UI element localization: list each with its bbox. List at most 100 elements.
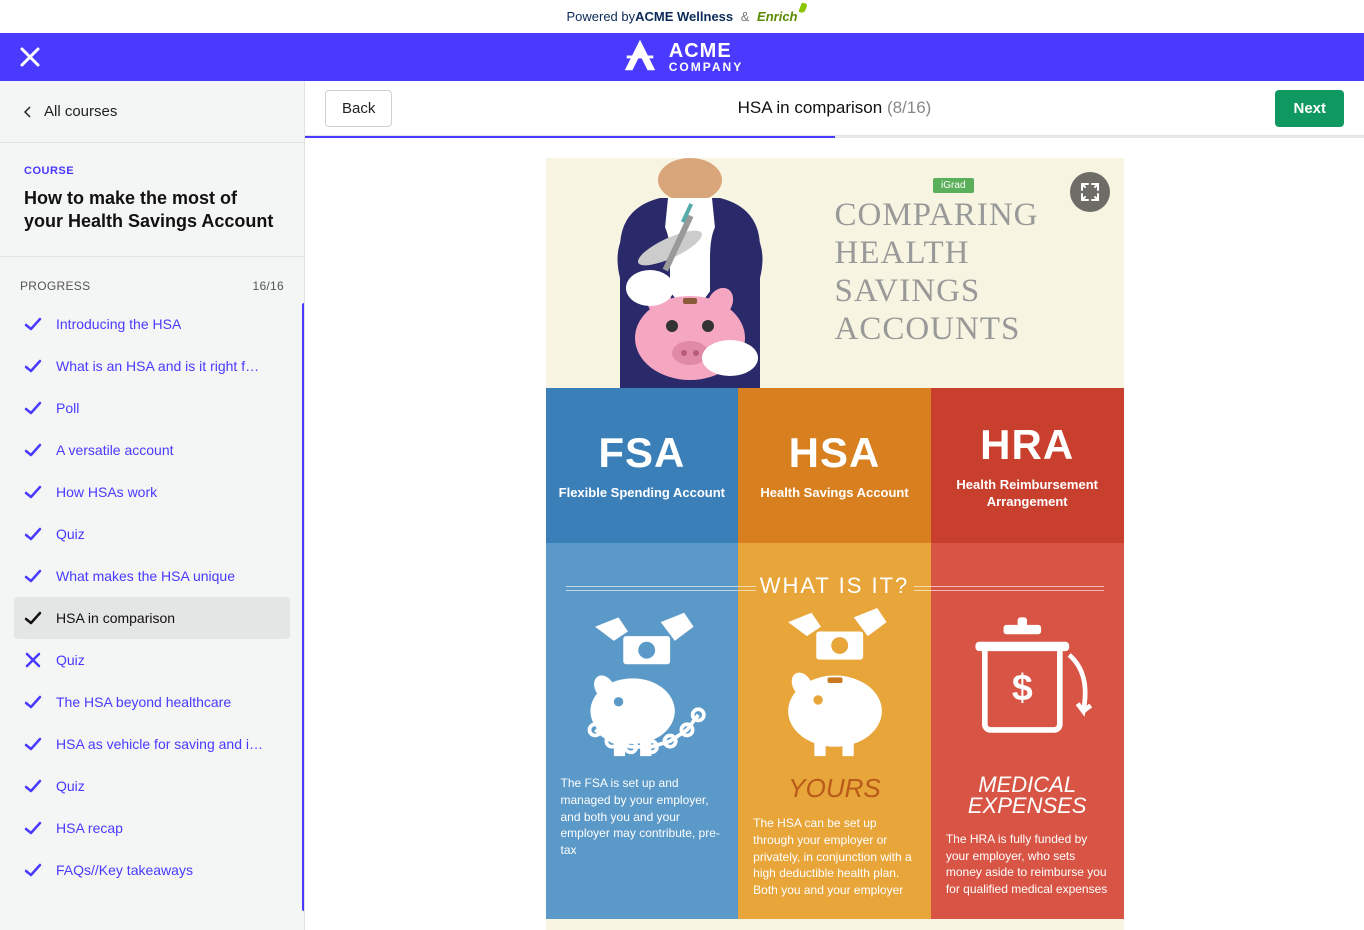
brand-bar: ACME COMPANY <box>0 33 1364 81</box>
hsa-full: Health Savings Account <box>760 485 908 502</box>
fsa-abbr: FSA <box>598 429 685 477</box>
lesson-label: FAQs//Key takeaways <box>56 862 193 878</box>
course-header: COURSE How to make the most of your Heal… <box>0 143 304 257</box>
lesson-label: HSA in comparison <box>56 610 175 626</box>
check-icon <box>24 861 42 879</box>
page-counter: (8/16) <box>887 98 931 117</box>
hsa-body: YOURS The HSA can be set up through your… <box>738 543 931 919</box>
lesson-label: Introducing the HSA <box>56 316 181 332</box>
hsa-desc: The HSA can be set up through your emplo… <box>753 815 916 899</box>
powered-enrich: Enrich <box>757 9 797 24</box>
brand-logo: ACME COMPANY <box>621 36 743 79</box>
hsa-header: HSA Health Savings Account <box>738 388 931 543</box>
hsa-abbr: HSA <box>789 429 881 477</box>
hsa-piggy-icon <box>760 608 910 758</box>
content-area: Back HSA in comparison (8/16) Next iGrad <box>305 81 1364 930</box>
progress-row: PROGRESS 16/16 <box>0 257 304 303</box>
content-header: Back HSA in comparison (8/16) Next <box>305 81 1364 136</box>
hra-desc: The HRA is fully funded by your employer… <box>946 831 1109 898</box>
fsa-illustration <box>561 603 724 763</box>
hra-full: Health Reimbursement Arrangement <box>941 477 1114 511</box>
hsa-caption: YOURS <box>753 775 916 801</box>
person-illustration <box>546 158 835 388</box>
lesson-item[interactable]: HSA as vehicle for saving and inves... <box>14 723 290 765</box>
course-label: COURSE <box>24 165 280 177</box>
hra-caption: MEDICAL EXPENSES <box>946 775 1109 817</box>
back-button[interactable]: Back <box>325 90 392 127</box>
lesson-label: What makes the HSA unique <box>56 568 235 584</box>
lesson-item[interactable]: A versatile account <box>14 429 290 471</box>
check-icon <box>24 777 42 795</box>
expand-icon <box>1080 182 1100 202</box>
lesson-item[interactable]: Introducing the HSA <box>14 303 290 345</box>
lesson-item[interactable]: Quiz <box>14 765 290 807</box>
check-icon <box>24 819 42 837</box>
hra-header: HRA Health Reimbursement Arrangement <box>931 388 1124 543</box>
infographic: iGrad <box>546 158 1124 930</box>
check-icon <box>24 441 42 459</box>
check-icon <box>24 399 42 417</box>
lesson-label: HSA as vehicle for saving and inves... <box>56 736 266 752</box>
content-body[interactable]: iGrad <box>305 138 1364 930</box>
progress-bar-fill <box>305 136 835 138</box>
check-icon <box>24 315 42 333</box>
progress-value: 16/16 <box>252 279 284 293</box>
chevron-left-icon <box>24 106 32 118</box>
check-icon <box>24 693 42 711</box>
check-icon <box>24 357 42 375</box>
lesson-item[interactable]: HSA recap <box>14 807 290 849</box>
cross-icon <box>24 651 42 669</box>
lesson-label: How HSAs work <box>56 484 157 500</box>
expand-button[interactable] <box>1070 172 1110 212</box>
course-title: How to make the most of your Health Savi… <box>24 187 280 234</box>
hra-illustration: $ <box>946 603 1109 763</box>
brand-name: ACME <box>669 41 743 61</box>
check-icon <box>24 483 42 501</box>
check-icon <box>24 567 42 585</box>
progress-label: PROGRESS <box>20 279 90 293</box>
igrad-tag: iGrad <box>933 178 973 193</box>
powered-prefix: Powered by <box>566 9 635 24</box>
page-title-text: HSA in comparison <box>738 98 883 117</box>
check-icon <box>24 609 42 627</box>
lesson-label: Poll <box>56 400 79 416</box>
sidebar: All courses COURSE How to make the most … <box>0 81 305 930</box>
lesson-item[interactable]: What is an HSA and is it right for m... <box>14 345 290 387</box>
ampersand: & <box>737 9 753 24</box>
lesson-item[interactable]: Quiz <box>14 639 290 681</box>
all-courses-label: All courses <box>44 103 117 120</box>
lesson-item[interactable]: Poll <box>14 387 290 429</box>
lesson-item[interactable]: What makes the HSA unique <box>14 555 290 597</box>
lesson-item[interactable]: HSA in comparison <box>14 597 290 639</box>
infographic-hero: iGrad <box>546 158 1124 388</box>
doctor-piggybank-icon <box>560 158 820 388</box>
hra-caption-l2: EXPENSES <box>968 793 1087 818</box>
lesson-label: HSA recap <box>56 820 123 836</box>
fsa-body: The FSA is set up and managed by your em… <box>546 543 739 919</box>
lesson-item[interactable]: How HSAs work <box>14 471 290 513</box>
infographic-heading-text: COMPARING HEALTH SAVINGS ACCOUNTS <box>835 197 1104 349</box>
close-button[interactable] <box>18 45 42 69</box>
lesson-label: What is an HSA and is it right for m... <box>56 358 266 374</box>
lesson-list: Introducing the HSA What is an HSA and is… <box>0 303 304 911</box>
lesson-item[interactable]: The HSA beyond healthcare <box>14 681 290 723</box>
column-headers: FSA Flexible Spending Account HSA Health… <box>546 388 1124 543</box>
close-icon <box>18 45 42 69</box>
brand-subname: COMPANY <box>669 61 743 73</box>
hsa-illustration <box>753 603 916 763</box>
check-icon <box>24 735 42 753</box>
powered-by-bar: Powered by ACME Wellness & Enrich <box>0 0 1364 33</box>
fsa-full: Flexible Spending Account <box>559 485 725 502</box>
lesson-item[interactable]: Quiz <box>14 513 290 555</box>
lesson-label: Quiz <box>56 652 85 668</box>
lesson-label: The HSA beyond healthcare <box>56 694 231 710</box>
lesson-item[interactable]: FAQs//Key takeaways <box>14 849 290 891</box>
hra-abbr: HRA <box>980 421 1074 469</box>
next-button[interactable]: Next <box>1275 90 1344 127</box>
lesson-label: A versatile account <box>56 442 174 458</box>
fsa-header: FSA Flexible Spending Account <box>546 388 739 543</box>
powered-wellness: ACME Wellness <box>635 9 733 24</box>
hra-pot-icon: $ <box>952 608 1102 758</box>
all-courses-link[interactable]: All courses <box>0 81 304 143</box>
what-is-row: WHAT IS IT? <box>546 543 1124 919</box>
